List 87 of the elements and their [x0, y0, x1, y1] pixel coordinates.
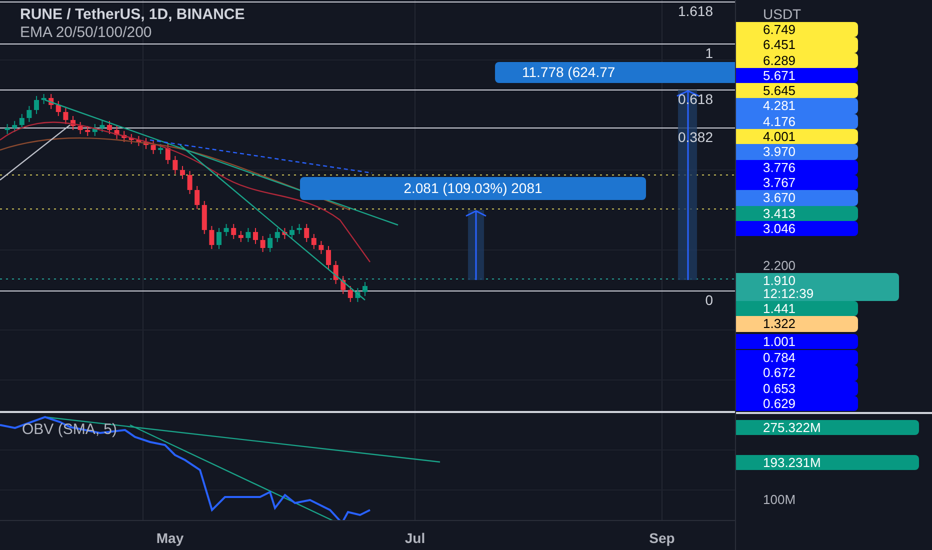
price-tag: 1.001	[736, 334, 858, 350]
candlestick	[26, 106, 32, 122]
candlestick	[19, 114, 24, 130]
price-tag: 1.441	[736, 301, 858, 316]
measurement-label: 11.778 (624.77	[495, 62, 735, 83]
price-tag: 3.970	[736, 144, 858, 160]
candlestick	[238, 230, 244, 242]
candlestick	[282, 228, 288, 240]
candlestick	[122, 130, 127, 142]
candlestick	[150, 140, 156, 154]
candlestick	[41, 94, 46, 104]
candlestick	[224, 224, 229, 236]
candlestick	[318, 240, 324, 254]
price-tag: 6.451	[736, 37, 858, 53]
candlestick	[172, 156, 178, 174]
candlestick	[4, 124, 10, 134]
candlestick	[158, 144, 164, 154]
candlestick	[165, 144, 170, 164]
candlestick	[362, 282, 368, 296]
candlestick	[311, 234, 316, 250]
time-axis-label: Jul	[404, 529, 426, 548]
indicator-label: EMA 20/50/100/200	[20, 24, 153, 42]
candlestick	[187, 170, 192, 194]
price-tag: 0.672	[736, 365, 858, 381]
price-tag: 4.281	[736, 98, 858, 114]
candlestick	[194, 186, 200, 210]
price-tag: 3.670	[736, 190, 858, 206]
price-tag: 193.231M	[736, 455, 919, 470]
price-tag: 0.629	[736, 396, 858, 412]
candlestick	[246, 228, 251, 242]
candlestick	[274, 228, 280, 242]
candlestick	[92, 124, 98, 136]
price-tag: 275.322M	[736, 420, 919, 436]
currency-label: USDT	[763, 5, 802, 24]
candlestick	[144, 138, 148, 150]
candlestick	[136, 136, 142, 146]
candlestick	[85, 126, 90, 136]
candlestick	[128, 134, 134, 144]
candlestick	[340, 276, 346, 294]
candlestick	[70, 116, 76, 130]
candlestick	[63, 108, 68, 124]
candlestick	[48, 94, 54, 110]
candlestick	[355, 288, 360, 302]
candlestick	[268, 234, 273, 252]
price-tag: 0.784	[736, 350, 858, 366]
candlestick	[296, 224, 302, 234]
candlestick	[216, 228, 222, 250]
measurement-label: 2.081 (109.03%) 2081	[300, 177, 646, 200]
price-tag: 3.767	[736, 174, 858, 190]
candlestick	[202, 200, 207, 234]
candlestick	[34, 96, 39, 114]
price-tag: 0.653	[736, 380, 858, 396]
candlestick	[209, 226, 214, 250]
fib-level-label: 0	[705, 292, 713, 308]
price-scale-label: 2.200	[762, 258, 796, 273]
candlestick	[253, 228, 258, 244]
candlestick	[56, 100, 61, 116]
candlestick	[260, 236, 266, 252]
candlestick	[180, 166, 185, 180]
candlestick	[290, 226, 294, 240]
price-tag: 3.776	[736, 160, 858, 175]
price-tag: 6.289	[736, 52, 858, 68]
candlestick	[107, 120, 112, 134]
time-axis-label: Sep	[649, 529, 675, 548]
candlestick	[231, 224, 236, 240]
candlestick	[12, 120, 18, 132]
time-axis-label: May	[156, 529, 184, 548]
price-tag: 4.176	[736, 114, 858, 130]
price-tag: 5.671	[736, 68, 858, 84]
price-tag: 6.749	[736, 22, 858, 38]
price-scale-label: 100M	[762, 492, 796, 507]
price-tag: 4.001	[736, 129, 858, 144]
price-tag: 3.046	[736, 220, 858, 236]
candlestick	[100, 120, 105, 132]
candlestick	[304, 224, 310, 242]
chart-title: RUNE / TetherUS, 1D, BINANCE	[20, 6, 245, 24]
candlestick	[326, 246, 331, 270]
fib-level-label: 1	[705, 45, 713, 61]
price-tag: 1.322	[736, 316, 858, 332]
candlestick	[114, 126, 120, 140]
candlestick	[348, 286, 353, 302]
fib-level-label: 1.618	[678, 3, 713, 19]
candlestick	[78, 122, 83, 134]
current-price-label: 1.910 12:12:39	[736, 273, 899, 301]
candlestick	[333, 260, 338, 284]
price-tag: 5.645	[736, 83, 858, 98]
price-tag: 3.413	[736, 206, 858, 221]
